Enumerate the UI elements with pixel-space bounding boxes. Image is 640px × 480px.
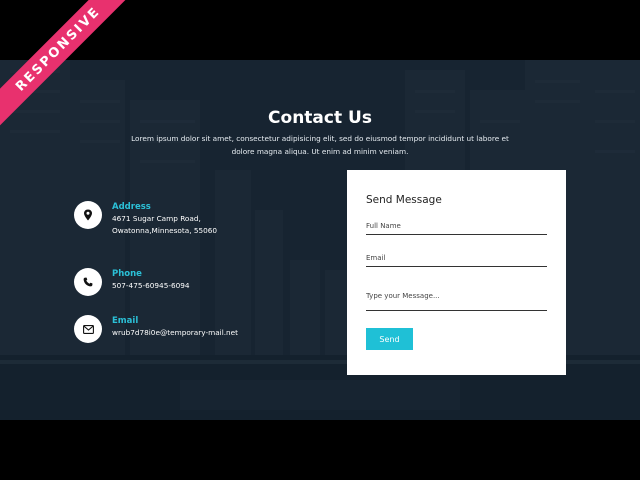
phone-value: 507-475-60945-6094	[112, 281, 190, 290]
email-label: Email	[112, 316, 139, 326]
email-value: wrub7d78i0e@temporary-mail.net	[112, 328, 239, 337]
message-input[interactable]	[366, 285, 547, 311]
page-title: Contact Us	[268, 108, 372, 128]
address-label: Address	[112, 202, 151, 212]
contact-email: Email wrub7d78i0e@temporary-mail.net	[74, 315, 252, 343]
phone-icon	[74, 268, 102, 296]
phone-label: Phone	[112, 269, 142, 279]
contact-address: Address 4671 Sugar Camp Road, Owatonna,M…	[74, 201, 222, 236]
contact-phone: Phone 507-475-60945-6094	[74, 268, 222, 296]
envelope-icon	[74, 315, 102, 343]
page-subtitle: Lorem ipsum dolor sit amet, consectetur …	[131, 134, 509, 156]
letterbox-bottom	[0, 420, 640, 480]
send-message-form: Send Message Send	[347, 170, 566, 375]
form-title: Send Message	[366, 194, 442, 206]
full-name-input[interactable]	[366, 222, 547, 235]
address-value: 4671 Sugar Camp Road, Owatonna,Minnesota…	[112, 214, 218, 235]
send-button[interactable]: Send	[366, 328, 413, 350]
email-input[interactable]	[366, 254, 547, 267]
map-pin-icon	[74, 201, 102, 229]
